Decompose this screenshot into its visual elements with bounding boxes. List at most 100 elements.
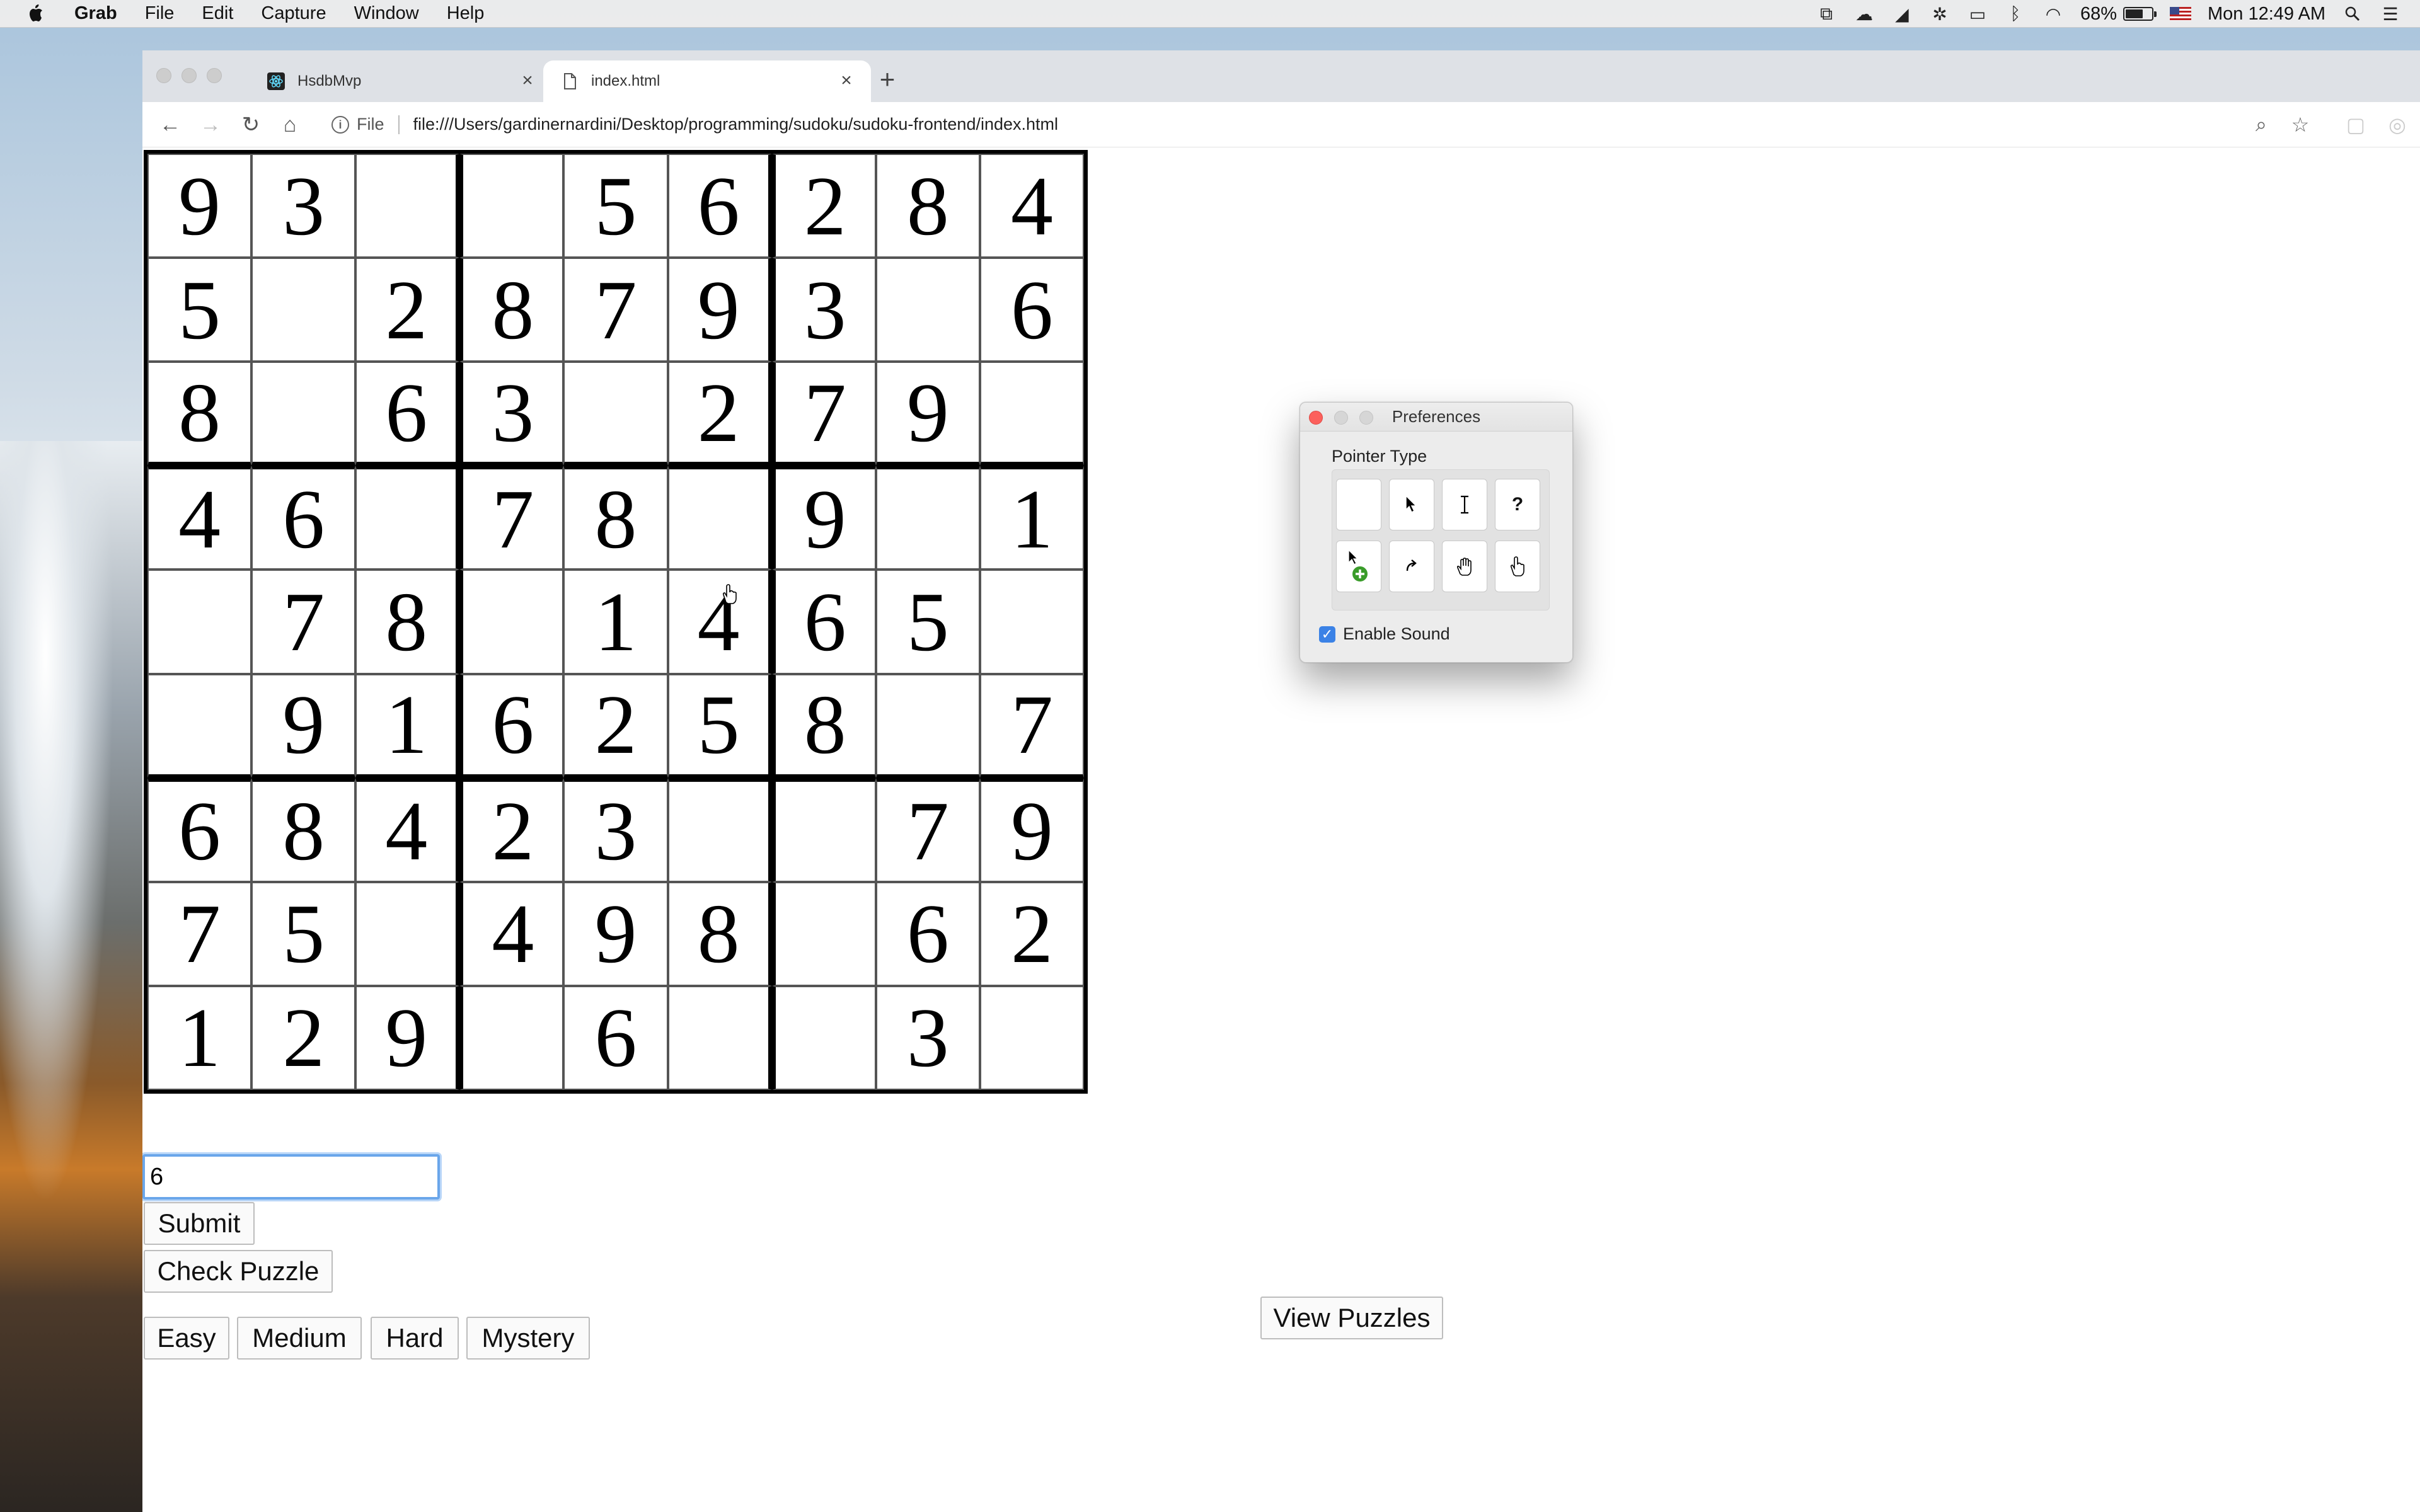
sudoku-cell[interactable] — [771, 985, 876, 1090]
forward-arrow-icon[interactable]: → — [197, 111, 224, 139]
menu-edit[interactable]: Edit — [202, 3, 233, 24]
sudoku-cell[interactable] — [355, 154, 460, 258]
sudoku-cell[interactable]: 6 — [355, 362, 460, 466]
address-bar[interactable]: i File file:///Users/gardinernardini/Des… — [331, 115, 1058, 134]
sudoku-cell[interactable] — [459, 985, 564, 1090]
sudoku-cell[interactable]: 3 — [459, 362, 564, 466]
sudoku-cell[interactable]: 8 — [459, 258, 564, 362]
menu-help[interactable]: Help — [447, 3, 485, 24]
bluetooth-icon[interactable]: ᛒ — [2005, 4, 2026, 23]
menu-capture[interactable]: Capture — [261, 3, 326, 24]
sudoku-cell[interactable]: 9 — [147, 154, 252, 258]
sudoku-cell[interactable]: 8 — [667, 881, 772, 986]
menu-clock[interactable]: Mon 12:49 AM — [2208, 4, 2325, 25]
sudoku-cell[interactable]: 8 — [771, 673, 876, 778]
menu-window[interactable]: Window — [354, 3, 419, 24]
back-arrow-icon[interactable]: ← — [156, 111, 184, 139]
sudoku-cell[interactable] — [147, 673, 252, 778]
pointer-pointing-hand-option[interactable] — [1495, 541, 1540, 592]
tab-close-icon[interactable]: × — [837, 71, 856, 91]
sudoku-cell[interactable]: 6 — [667, 154, 772, 258]
sudoku-cell[interactable]: 9 — [771, 466, 876, 570]
input-source-flag-icon[interactable] — [2170, 7, 2191, 21]
sudoku-cell[interactable]: 2 — [563, 673, 668, 778]
sudoku-cell[interactable]: 8 — [563, 466, 668, 570]
pointer-arrow-option[interactable] — [1389, 479, 1434, 530]
pointer-none-option[interactable] — [1336, 479, 1381, 530]
airplay-icon[interactable]: ▭ — [1967, 4, 1988, 24]
sudoku-cell[interactable]: 2 — [979, 881, 1084, 986]
sudoku-cell[interactable]: 4 — [147, 466, 252, 570]
tab-close-icon[interactable]: × — [518, 71, 537, 91]
sudoku-cell[interactable] — [875, 466, 980, 570]
reload-icon[interactable]: ↻ — [237, 111, 265, 139]
sudoku-cell[interactable]: 5 — [875, 570, 980, 674]
sudoku-cell[interactable]: 1 — [355, 673, 460, 778]
sudoku-cell[interactable]: 6 — [459, 673, 564, 778]
sudoku-cell[interactable]: 9 — [251, 673, 356, 778]
sudoku-cell[interactable]: 9 — [355, 985, 460, 1090]
sudoku-cell[interactable] — [979, 570, 1084, 674]
checkmark-icon[interactable]: ✓ — [1319, 626, 1335, 643]
sudoku-cell[interactable]: 9 — [875, 362, 980, 466]
sudoku-cell[interactable]: 8 — [251, 777, 356, 882]
home-icon[interactable]: ⌂ — [276, 111, 304, 139]
pointer-copy-option[interactable] — [1336, 541, 1381, 592]
sudoku-cell[interactable]: 3 — [251, 154, 356, 258]
sudoku-cell[interactable]: 7 — [147, 881, 252, 986]
zoom-magnifier-icon[interactable]: ⌕ — [2247, 111, 2275, 139]
sudoku-cell[interactable]: 5 — [563, 154, 668, 258]
cloud-icon[interactable]: ☁ — [1853, 4, 1875, 24]
medium-button[interactable]: Medium — [237, 1317, 362, 1360]
window-close-button[interactable] — [156, 68, 171, 83]
sudoku-cell[interactable] — [251, 362, 356, 466]
sudoku-cell[interactable] — [875, 258, 980, 362]
pointer-ibeam-option[interactable] — [1442, 479, 1487, 530]
sudoku-cell[interactable]: 1 — [147, 985, 252, 1090]
sudoku-cell[interactable]: 3 — [875, 985, 980, 1090]
sudoku-cell[interactable]: 4 — [667, 570, 772, 674]
sudoku-cell[interactable]: 6 — [771, 570, 876, 674]
sudoku-cell[interactable]: 1 — [979, 466, 1084, 570]
enable-sound-checkbox[interactable]: ✓ Enable Sound — [1319, 624, 1450, 644]
sudoku-cell[interactable]: 7 — [563, 258, 668, 362]
sudoku-cell[interactable]: 1 — [563, 570, 668, 674]
notification-center-icon[interactable]: ☰ — [2380, 4, 2401, 24]
sudoku-cell[interactable]: 2 — [459, 777, 564, 882]
view-puzzles-button[interactable]: View Puzzles — [1260, 1297, 1443, 1339]
sudoku-cell[interactable] — [875, 673, 980, 778]
sudoku-cell[interactable] — [979, 985, 1084, 1090]
sudoku-cell[interactable]: 6 — [875, 881, 980, 986]
site-info-icon[interactable]: i — [331, 115, 349, 134]
sudoku-cell[interactable] — [667, 466, 772, 570]
sudoku-cell[interactable]: 9 — [667, 258, 772, 362]
mystery-button[interactable]: Mystery — [466, 1317, 590, 1360]
sudoku-cell[interactable]: 7 — [459, 466, 564, 570]
sudoku-cell[interactable]: 7 — [979, 673, 1084, 778]
sudoku-cell[interactable]: 6 — [147, 777, 252, 882]
display-mirror-icon[interactable]: ⧉ — [1816, 4, 1837, 23]
sudoku-cell[interactable] — [459, 570, 564, 674]
sudoku-cell[interactable]: 2 — [251, 985, 356, 1090]
sudoku-cell[interactable]: 8 — [355, 570, 460, 674]
window-minimize-button[interactable] — [182, 68, 197, 83]
pointer-help-option[interactable]: ? — [1495, 479, 1540, 530]
hard-button[interactable]: Hard — [371, 1317, 459, 1360]
sudoku-cell[interactable]: 6 — [563, 985, 668, 1090]
easy-button[interactable]: Easy — [144, 1317, 229, 1360]
sudoku-cell[interactable] — [771, 881, 876, 986]
battery-status[interactable]: 68% — [2080, 4, 2157, 25]
window-zoom-button[interactable] — [207, 68, 222, 83]
sudoku-cell[interactable]: 6 — [251, 466, 356, 570]
sudoku-cell[interactable]: 9 — [563, 881, 668, 986]
submit-button[interactable]: Submit — [144, 1202, 255, 1245]
sudoku-cell[interactable] — [251, 258, 356, 362]
dialog-close-button[interactable] — [1309, 411, 1323, 425]
sudoku-cell[interactable]: 4 — [459, 881, 564, 986]
number-input[interactable] — [142, 1154, 440, 1200]
sudoku-cell[interactable]: 2 — [355, 258, 460, 362]
sudoku-cell[interactable]: 4 — [979, 154, 1084, 258]
sudoku-cell[interactable]: 5 — [147, 258, 252, 362]
pinwheel-icon[interactable]: ✲ — [1929, 4, 1950, 24]
sudoku-cell[interactable]: 8 — [875, 154, 980, 258]
